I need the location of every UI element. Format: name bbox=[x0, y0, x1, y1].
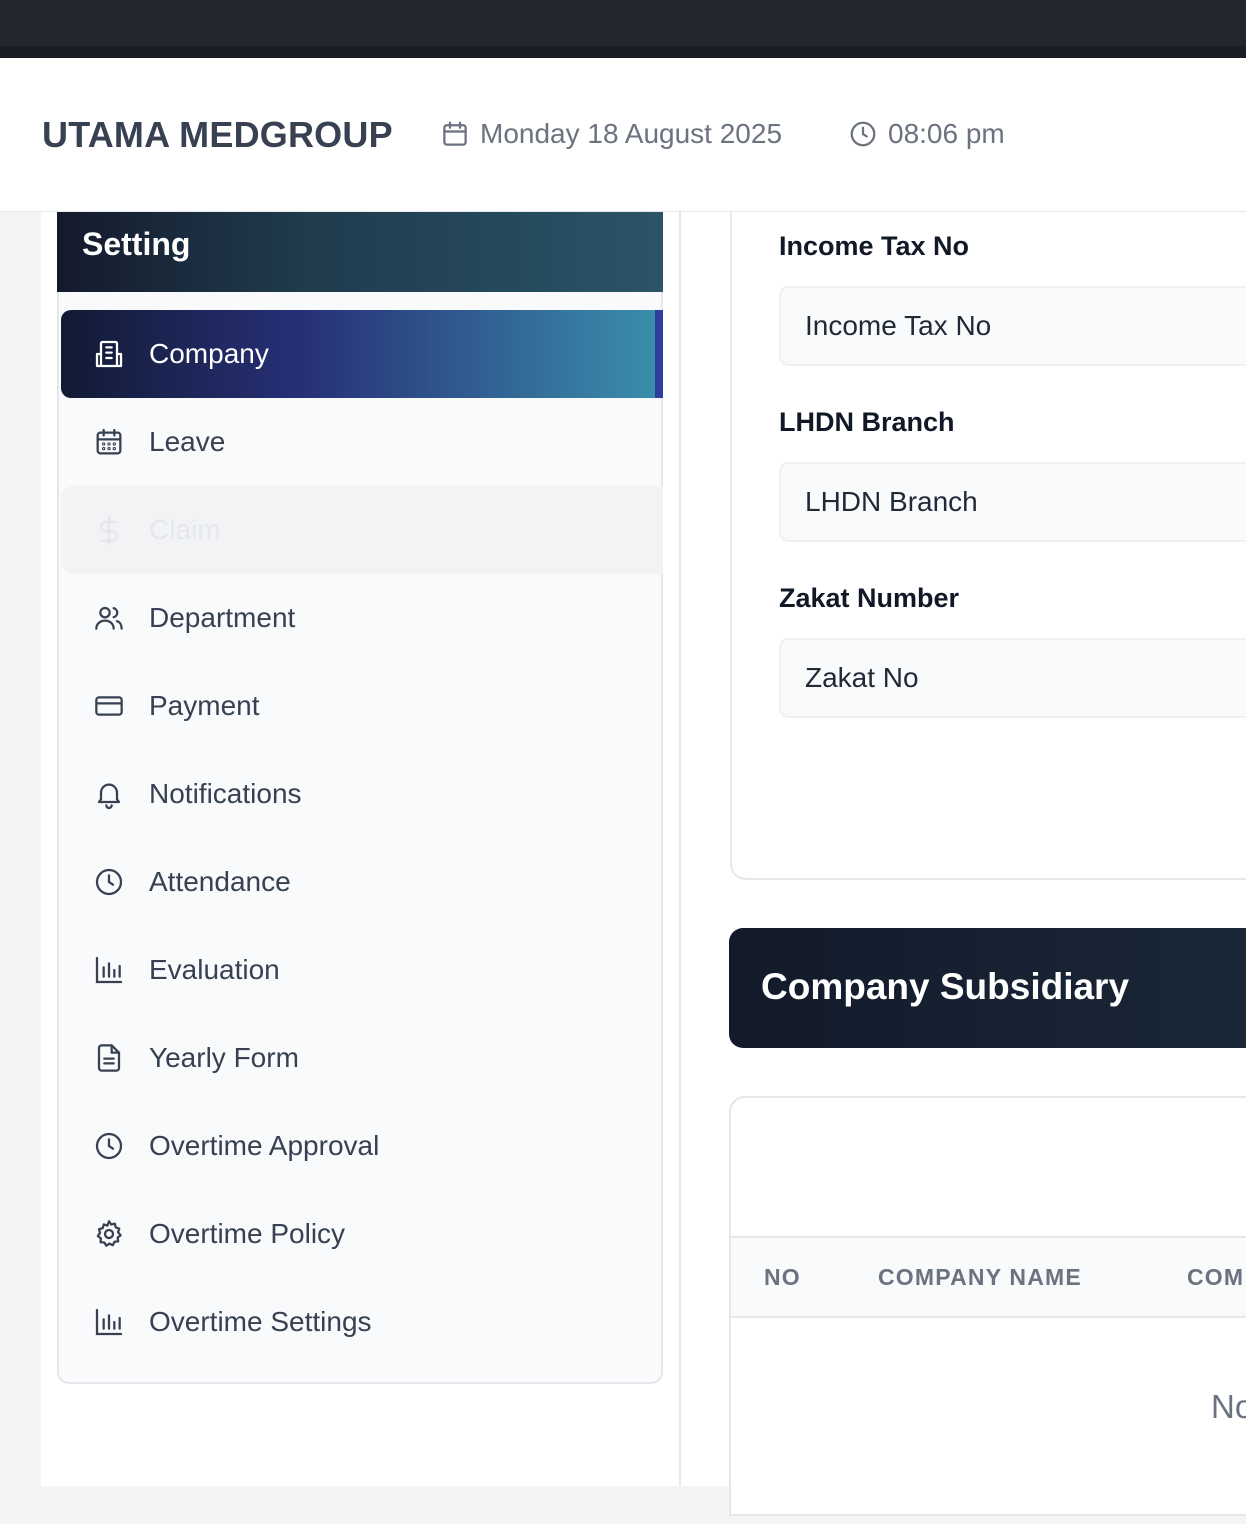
settings-menu: Company Leave Claim Department Payment N… bbox=[57, 292, 663, 1384]
sidebar-item-claim[interactable]: Claim bbox=[61, 486, 663, 574]
document-icon bbox=[97, 1044, 121, 1072]
calendar-icon bbox=[443, 121, 467, 146]
sidebar-item-yearly-form[interactable]: Yearly Form bbox=[61, 1014, 663, 1102]
sidebar-item-department[interactable]: Department bbox=[61, 574, 663, 662]
sidebar-item-label: Evaluation bbox=[149, 954, 280, 985]
browser-top-bar bbox=[0, 0, 1246, 58]
sidebar-item-company[interactable]: Company bbox=[61, 310, 663, 398]
zakat-number-label: Zakat Number bbox=[779, 583, 960, 613]
bar-chart-icon bbox=[95, 1308, 123, 1336]
sidebar-item-label: Department bbox=[149, 602, 296, 633]
sidebar-item-label: Company bbox=[149, 338, 269, 369]
income-tax-input[interactable] bbox=[779, 286, 1246, 366]
clock-icon bbox=[95, 1132, 123, 1160]
settings-sidebar-header: Setting bbox=[57, 212, 663, 292]
time-text: 08:06 pm bbox=[888, 118, 1005, 149]
sidebar-item-attendance[interactable]: Attendance bbox=[61, 838, 663, 926]
column-header-no[interactable]: NO bbox=[764, 1264, 801, 1291]
sidebar-item-label: Overtime Settings bbox=[149, 1306, 372, 1337]
sidebar-item-label: Overtime Policy bbox=[149, 1218, 346, 1249]
column-header-company[interactable]: COM bbox=[1187, 1264, 1244, 1291]
current-time: 08:06 pm bbox=[848, 118, 1005, 150]
sidebar-item-payment[interactable]: Payment bbox=[61, 662, 663, 750]
building-icon bbox=[95, 340, 123, 368]
gear-icon bbox=[96, 1220, 122, 1247]
settings-title: Setting bbox=[82, 226, 191, 262]
users-icon bbox=[95, 606, 123, 630]
sidebar-item-overtime-approval[interactable]: Overtime Approval bbox=[61, 1102, 663, 1190]
current-date: Monday 18 August 2025 bbox=[440, 118, 782, 150]
company-subsidiary-header: Company Subsidiary bbox=[729, 928, 1246, 1048]
income-tax-label: Income Tax No bbox=[779, 231, 970, 261]
calendar-icon bbox=[96, 428, 122, 455]
sidebar-item-label: Payment bbox=[149, 690, 260, 721]
company-subsidiary-title: Company Subsidiary bbox=[761, 966, 1130, 1007]
column-divider bbox=[679, 212, 681, 1486]
zakat-number-input[interactable] bbox=[779, 638, 1246, 718]
sidebar-item-label: Claim bbox=[149, 514, 221, 545]
column-header-company-name[interactable]: COMPANY NAME bbox=[878, 1264, 1082, 1291]
sidebar-item-leave[interactable]: Leave bbox=[61, 398, 663, 486]
sidebar-item-label: Notifications bbox=[149, 778, 302, 809]
credit-card-icon bbox=[95, 696, 123, 716]
sidebar-item-label: Leave bbox=[149, 426, 226, 457]
sidebar-item-label: Overtime Approval bbox=[149, 1130, 380, 1161]
subsidiary-table: NO COMPANY NAME COM No bbox=[729, 1096, 1246, 1516]
sidebar-item-notifications[interactable]: Notifications bbox=[61, 750, 663, 838]
bell-icon bbox=[97, 783, 121, 810]
lhdn-branch-label: LHDN Branch bbox=[779, 407, 955, 437]
sidebar-item-label: Yearly Form bbox=[149, 1042, 299, 1073]
table-header-row: NO COMPANY NAME COM bbox=[731, 1236, 1246, 1318]
sidebar-item-overtime-settings[interactable]: Overtime Settings bbox=[61, 1278, 663, 1366]
bar-chart-icon bbox=[95, 956, 123, 984]
date-text: Monday 18 August 2025 bbox=[480, 118, 783, 149]
sidebar-item-evaluation[interactable]: Evaluation bbox=[61, 926, 663, 1014]
company-brand: UTAMA MEDGROUP bbox=[42, 114, 393, 155]
sidebar-item-overtime-policy[interactable]: Overtime Policy bbox=[61, 1190, 663, 1278]
clock-icon bbox=[95, 868, 123, 896]
clock-icon bbox=[850, 121, 876, 147]
dollar-icon bbox=[99, 515, 119, 545]
lhdn-branch-input[interactable] bbox=[779, 462, 1246, 542]
sidebar-item-label: Attendance bbox=[149, 866, 291, 897]
empty-table-message: No bbox=[1211, 1388, 1246, 1425]
app-header: UTAMA MEDGROUP Monday 18 August 2025 08:… bbox=[0, 58, 1246, 212]
